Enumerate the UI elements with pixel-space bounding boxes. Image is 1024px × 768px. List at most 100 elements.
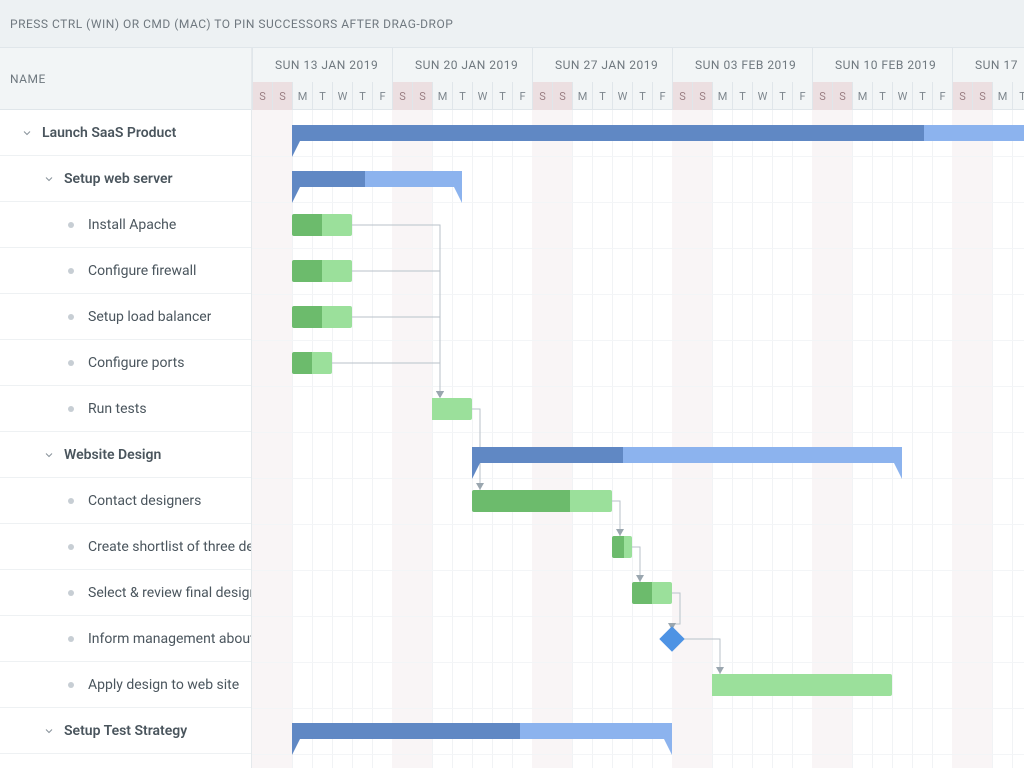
- day-header: F: [652, 82, 672, 110]
- day-header: T: [492, 82, 512, 110]
- task-bar[interactable]: [432, 398, 472, 420]
- tree-row-task[interactable]: Setup load balancer: [0, 294, 251, 340]
- task-label: Configure ports: [88, 355, 184, 371]
- day-header: M: [572, 82, 592, 110]
- day-header: S: [672, 82, 692, 110]
- week-header: SUN 20 JAN 2019: [392, 48, 532, 82]
- bullet-icon: [68, 222, 74, 228]
- day-header: S: [412, 82, 432, 110]
- day-header: W: [472, 82, 492, 110]
- tree-row-task[interactable]: Run tests: [0, 386, 251, 432]
- day-header: T: [732, 82, 752, 110]
- tree-row-task[interactable]: Configure ports: [0, 340, 251, 386]
- tree-row-task[interactable]: Contact designers: [0, 478, 251, 524]
- day-header: M: [292, 82, 312, 110]
- tree-row-task[interactable]: Configure firewall: [0, 248, 251, 294]
- day-header: T: [912, 82, 932, 110]
- task-label: Create shortlist of three designers: [88, 539, 251, 555]
- milestone-diamond[interactable]: [659, 626, 684, 651]
- task-bar[interactable]: [712, 674, 892, 696]
- task-bar[interactable]: [292, 306, 352, 328]
- bullet-icon: [68, 360, 74, 366]
- task-label: Apply design to web site: [88, 677, 239, 693]
- week-header: SUN 27 JAN 2019: [532, 48, 672, 82]
- week-header: SUN 13 JAN 2019: [252, 48, 392, 82]
- summary-bar[interactable]: [472, 447, 902, 463]
- tree-row-task[interactable]: Apply design to web site: [0, 662, 251, 708]
- tree-row-task[interactable]: Install Apache: [0, 202, 251, 248]
- task-label: Setup Test Strategy: [64, 723, 187, 739]
- task-bar[interactable]: [612, 536, 632, 558]
- bullet-icon: [68, 682, 74, 688]
- summary-bar[interactable]: [292, 723, 672, 739]
- tree-row-task[interactable]: Select & review final design: [0, 570, 251, 616]
- instruction-banner: PRESS CTRL (WIN) OR CMD (MAC) TO PIN SUC…: [0, 0, 1024, 48]
- tree-row-summary[interactable]: Setup web server: [0, 156, 251, 202]
- tree-row-summary[interactable]: Launch SaaS Product: [0, 110, 251, 156]
- bullet-icon: [68, 590, 74, 596]
- day-header: S: [552, 82, 572, 110]
- chevron-down-icon[interactable]: [20, 126, 34, 140]
- task-rows: Launch SaaS Product Setup web server Insta…: [0, 110, 251, 768]
- day-header: S: [952, 82, 972, 110]
- task-bar[interactable]: [292, 214, 352, 236]
- day-header: S: [832, 82, 852, 110]
- day-header: S: [812, 82, 832, 110]
- gantt-container: NAME Launch SaaS Product Setup web server…: [0, 48, 1024, 768]
- bullet-icon: [68, 544, 74, 550]
- day-header: S: [532, 82, 552, 110]
- chevron-down-icon[interactable]: [42, 448, 56, 462]
- task-bar[interactable]: [472, 490, 612, 512]
- task-label: Install Apache: [88, 217, 176, 233]
- task-tree-panel: NAME Launch SaaS Product Setup web server…: [0, 48, 252, 768]
- day-header: T: [632, 82, 652, 110]
- bullet-icon: [68, 314, 74, 320]
- summary-bar[interactable]: [292, 125, 1024, 141]
- task-bar[interactable]: [632, 582, 672, 604]
- task-bar[interactable]: [292, 352, 332, 374]
- day-header: S: [272, 82, 292, 110]
- day-header: F: [932, 82, 952, 110]
- tree-row-summary[interactable]: Setup Test Strategy: [0, 708, 251, 754]
- day-header: S: [392, 82, 412, 110]
- chevron-down-icon[interactable]: [42, 724, 56, 738]
- task-label: Setup load balancer: [88, 309, 211, 325]
- task-label: Run tests: [88, 401, 147, 417]
- day-header: F: [512, 82, 532, 110]
- day-header: T: [352, 82, 372, 110]
- week-header: SUN 03 FEB 2019: [672, 48, 812, 82]
- bullet-icon: [68, 636, 74, 642]
- task-label: Configure firewall: [88, 263, 196, 279]
- task-label: Website Design: [64, 447, 161, 463]
- task-label: Setup web server: [64, 171, 173, 187]
- timeline-panel[interactable]: SUN 13 JAN 2019SUN 20 JAN 2019SUN 27 JAN…: [252, 48, 1024, 768]
- week-header: SUN 17: [952, 48, 1024, 82]
- summary-bar[interactable]: [292, 171, 462, 187]
- week-header: SUN 10 FEB 2019: [812, 48, 952, 82]
- day-header: F: [372, 82, 392, 110]
- day-header: S: [252, 82, 272, 110]
- bullet-icon: [68, 498, 74, 504]
- task-bar[interactable]: [292, 260, 352, 282]
- day-header: M: [992, 82, 1012, 110]
- bullet-icon: [68, 406, 74, 412]
- column-header-name[interactable]: NAME: [0, 48, 251, 110]
- tree-row-task[interactable]: Create shortlist of three designers: [0, 524, 251, 570]
- day-header: M: [432, 82, 452, 110]
- tree-row-task[interactable]: Inform management about decision: [0, 616, 251, 662]
- day-header: W: [752, 82, 772, 110]
- tree-row-summary[interactable]: Website Design: [0, 432, 251, 478]
- day-header: T: [312, 82, 332, 110]
- chevron-down-icon[interactable]: [42, 172, 56, 186]
- day-header: W: [332, 82, 352, 110]
- day-header: T: [452, 82, 472, 110]
- day-header: M: [712, 82, 732, 110]
- task-label: Inform management about decision: [88, 631, 251, 647]
- day-header: T: [592, 82, 612, 110]
- day-header: M: [852, 82, 872, 110]
- day-header: T: [872, 82, 892, 110]
- task-label: Select & review final design: [88, 585, 251, 601]
- day-header: S: [692, 82, 712, 110]
- bullet-icon: [68, 268, 74, 274]
- day-header: F: [792, 82, 812, 110]
